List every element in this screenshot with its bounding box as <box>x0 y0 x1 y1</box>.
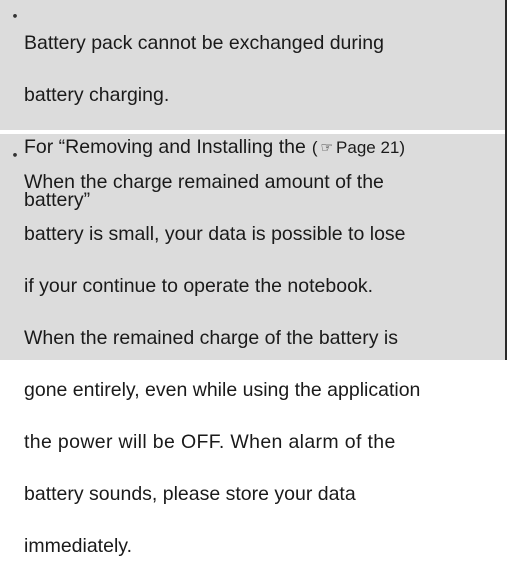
note-line: battery charging. <box>24 84 170 106</box>
page-edge-rule <box>505 0 507 360</box>
bullet-marker: ・ <box>6 146 24 166</box>
note-line: if your continue to operate the notebook… <box>24 275 374 297</box>
note-line: immediately. <box>24 535 133 557</box>
bullet-marker: ・ <box>6 7 24 27</box>
note-line: the power will be OFF. When alarm of the <box>24 431 396 453</box>
note-line: Battery pack cannot be exchanged during <box>24 32 384 54</box>
manual-page: ・ Battery pack cannot be exchanged durin… <box>0 0 505 557</box>
note-line: battery is small, your data is possible … <box>24 223 406 245</box>
note-line: gone entirely, even while using the appl… <box>24 379 421 401</box>
note-battery-exchange: ・ Battery pack cannot be exchanged durin… <box>0 0 505 211</box>
note-line: When the charge remained amount of the <box>24 171 384 193</box>
note-line: When the remained charge of the battery … <box>24 327 398 349</box>
note-line: battery sounds, please store your data <box>24 483 356 505</box>
note-text: When the charge remained amount of the b… <box>24 143 502 585</box>
note-low-battery: ・ When the charge remained amount of the… <box>0 134 505 557</box>
